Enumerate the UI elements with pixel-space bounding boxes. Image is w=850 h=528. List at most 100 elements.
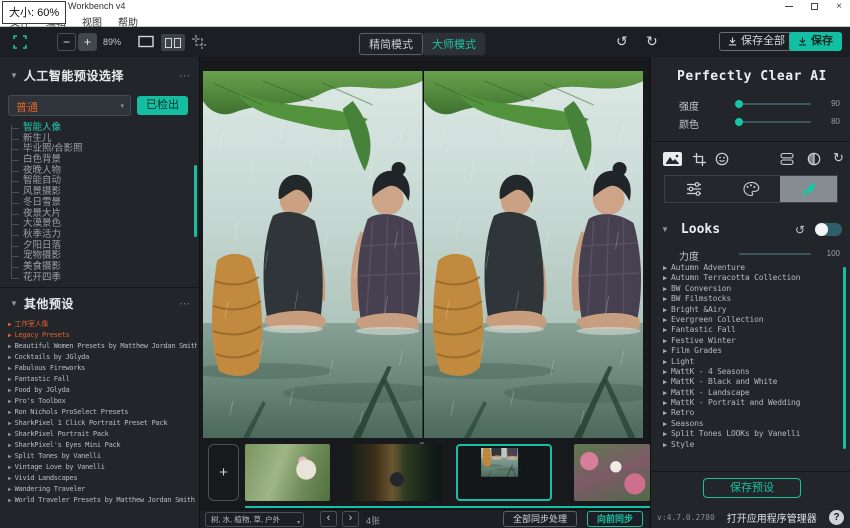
- save-button[interactable]: 保存: [789, 32, 842, 51]
- looks-item[interactable]: Bright &Airy: [663, 305, 838, 315]
- other-preset-item[interactable]: SharkPixel 1 Click Portrait Preset Pack: [8, 418, 197, 429]
- tab-looks-brush[interactable]: [780, 176, 837, 202]
- looks-scrollbar[interactable]: [843, 267, 846, 449]
- minimize-button[interactable]: [785, 6, 793, 7]
- tags-value: 树, 水, 植物, 草, 户外: [211, 515, 280, 524]
- other-preset-item[interactable]: Pro's Toolbox: [8, 396, 197, 407]
- looks-item[interactable]: Evergreen Collection: [663, 315, 838, 325]
- face-icon[interactable]: [715, 152, 729, 171]
- looks-item[interactable]: Autumn Terracotta Collection: [663, 273, 838, 283]
- open-app-manager-link[interactable]: 打开应用程序管理器: [727, 510, 817, 525]
- looks-item[interactable]: Seasons: [663, 419, 838, 429]
- tab-adjustments[interactable]: [665, 176, 722, 202]
- zoom-in-button[interactable]: +: [78, 33, 97, 51]
- checked-out-button[interactable]: 已检出: [137, 96, 188, 115]
- looks-item[interactable]: Festive Winter: [663, 336, 838, 346]
- other-preset-item[interactable]: Fantastic Fall: [8, 374, 197, 385]
- other-preset-item[interactable]: SharkPixel Portrait Pack: [8, 429, 197, 440]
- add-image-button[interactable]: +: [208, 444, 239, 501]
- color-slider[interactable]: [739, 121, 811, 123]
- thumbnail-2[interactable]: [352, 444, 442, 501]
- looks-item[interactable]: Fantastic Fall: [663, 325, 838, 335]
- reset-looks-icon[interactable]: ↺: [795, 223, 805, 237]
- menu-item[interactable]: 视图: [74, 13, 110, 26]
- looks-item[interactable]: Film Grades: [663, 346, 838, 356]
- other-preset-item[interactable]: Split Tones by Vanelli: [8, 451, 197, 462]
- sync-forward-button[interactable]: 向前同步: [587, 511, 643, 527]
- looks-item[interactable]: Light: [663, 357, 838, 367]
- split-compare-icon[interactable]: [779, 152, 795, 171]
- other-preset-item[interactable]: Vintage Love by Vanelli: [8, 462, 197, 473]
- close-button[interactable]: ×: [836, 3, 842, 11]
- looks-item[interactable]: MattK - Portrait and Wedding: [663, 398, 838, 408]
- looks-item[interactable]: Split Tones LOOKs by Vanelli: [663, 429, 838, 439]
- looks-item[interactable]: MattK - Black and White: [663, 377, 838, 387]
- mode-switch: 精简模式 大师模式: [358, 32, 486, 56]
- looks-strength-slider[interactable]: [739, 253, 811, 255]
- ai-preset-item[interactable]: 秋季活力: [8, 230, 193, 241]
- menu-item[interactable]: 帮助: [110, 13, 146, 26]
- other-preset-item[interactable]: Beautiful Women Presets by Matthew Jorda…: [8, 341, 197, 352]
- single-view-icon[interactable]: [138, 35, 154, 53]
- maximize-button[interactable]: [811, 3, 818, 10]
- undo-icon[interactable]: ↺: [616, 33, 628, 50]
- other-preset-item[interactable]: Cocktails by JGlyda: [8, 352, 197, 363]
- tab-color-palette[interactable]: [722, 176, 779, 202]
- other-preset-item[interactable]: Fabulous Fireworks: [8, 363, 197, 374]
- looks-item[interactable]: BW Conversion: [663, 284, 838, 294]
- other-preset-item[interactable]: Wandering Traveler: [8, 484, 197, 495]
- menu-bar: 文件编辑视图帮助: [0, 13, 850, 27]
- redo-icon[interactable]: ↻: [646, 33, 658, 50]
- ai-preset-item[interactable]: 花开四季: [8, 273, 193, 284]
- left-scrollbar[interactable]: [194, 165, 197, 237]
- chevron-down-icon: ▾: [297, 517, 300, 527]
- tags-dropdown[interactable]: 树, 水, 植物, 草, 户外 ▾: [205, 512, 304, 527]
- save-preset-button[interactable]: 保存预设: [703, 478, 801, 498]
- thumbnail-3-selected[interactable]: [456, 444, 552, 501]
- other-preset-item[interactable]: Legacy Presets: [8, 330, 197, 341]
- panel-menu-icon[interactable]: ⋯: [179, 297, 191, 310]
- filmstrip-scrollbar[interactable]: [245, 506, 650, 508]
- help-icon[interactable]: ?: [829, 510, 844, 525]
- other-preset-item[interactable]: 工作室人像: [8, 319, 197, 330]
- collapse-caret-icon[interactable]: ▼: [661, 225, 669, 234]
- looks-item[interactable]: BW Filmstocks: [663, 294, 838, 304]
- collapse-caret-icon[interactable]: ▼: [10, 299, 18, 308]
- other-preset-item[interactable]: World Traveler Presets by Matthew Jordan…: [8, 495, 197, 506]
- looks-item[interactable]: Style: [663, 440, 838, 450]
- other-preset-item[interactable]: Food by JGlyda: [8, 385, 197, 396]
- looks-toggle[interactable]: [815, 223, 842, 236]
- sync-all-button[interactable]: 全部同步处理: [503, 511, 577, 527]
- zoom-out-button[interactable]: −: [57, 33, 76, 51]
- other-preset-item[interactable]: SharkPixel's Eyes Mini Pack: [8, 440, 197, 451]
- fit-screen-icon[interactable]: [13, 35, 27, 54]
- panel-menu-icon[interactable]: ⋯: [179, 69, 191, 82]
- slider-knob[interactable]: [735, 100, 743, 108]
- split-view-icon[interactable]: [161, 34, 185, 51]
- ai-preset-item[interactable]: 冬日雪景: [8, 198, 193, 209]
- preset-category-dropdown[interactable]: 普通 ▾: [8, 95, 131, 116]
- looks-item[interactable]: MattK - 4 Seasons: [663, 367, 838, 377]
- photo-preview-split[interactable]: [203, 71, 643, 438]
- looks-item[interactable]: MattK - Landscape: [663, 388, 838, 398]
- looks-item[interactable]: Retro: [663, 408, 838, 418]
- thumbnail-1[interactable]: [245, 444, 330, 501]
- image-histogram-icon[interactable]: [663, 152, 682, 172]
- master-mode-button[interactable]: 大师模式: [423, 33, 485, 55]
- strength-slider[interactable]: [739, 103, 811, 105]
- crop-view-icon[interactable]: [192, 35, 207, 54]
- crop-icon[interactable]: [693, 153, 706, 171]
- other-preset-item[interactable]: Vivid Landscapes: [8, 473, 197, 484]
- looks-item[interactable]: Autumn Adventure: [663, 263, 838, 273]
- save-all-button[interactable]: 保存全部: [719, 32, 794, 51]
- simple-mode-button[interactable]: 精简模式: [359, 33, 423, 55]
- next-image-button[interactable]: ›: [342, 511, 359, 527]
- slider-knob[interactable]: [735, 118, 743, 126]
- prev-image-button[interactable]: ‹: [320, 511, 337, 527]
- rotate-icon[interactable]: ↻: [833, 150, 844, 166]
- slider-label: 颜色: [679, 116, 699, 131]
- collapse-caret-icon[interactable]: ▼: [10, 71, 18, 80]
- other-preset-item[interactable]: Ron Nichols ProSelect Presets: [8, 407, 197, 418]
- thumbnail-4[interactable]: [574, 444, 650, 501]
- before-after-icon[interactable]: [807, 152, 821, 171]
